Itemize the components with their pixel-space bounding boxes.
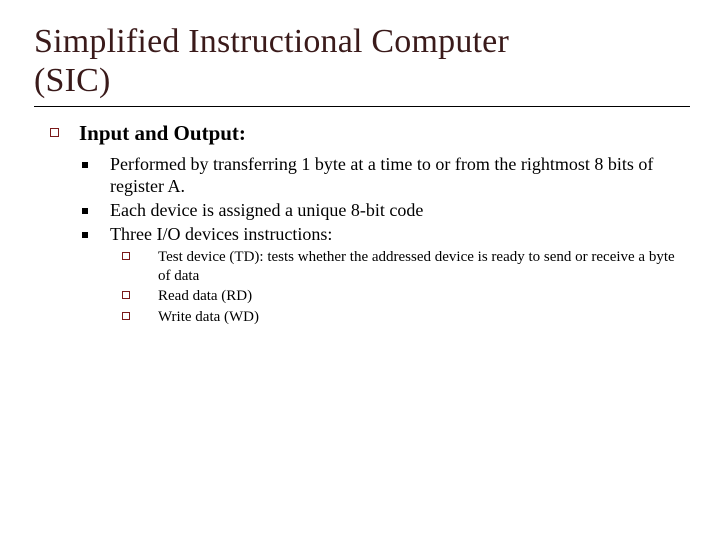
section-heading: Input and Output: <box>79 121 246 146</box>
sub-list-item-text: Write data (WD) <box>158 308 259 327</box>
hollow-square-bullet-icon <box>50 128 59 137</box>
list-item-text: Three I/O devices instructions: <box>110 224 332 246</box>
filled-square-bullet-icon <box>82 162 88 168</box>
slide-title: Simplified Instructional Computer (SIC) <box>34 22 690 100</box>
sub-list-item: Write data (WD) <box>122 308 690 327</box>
filled-square-bullet-icon <box>82 232 88 238</box>
sub-list-item-text: Test device (TD): tests whether the addr… <box>158 248 690 286</box>
list-item-text: Each device is assigned a unique 8-bit c… <box>110 200 423 222</box>
hollow-square-bullet-icon <box>122 291 130 299</box>
sub-list-item: Test device (TD): tests whether the addr… <box>122 248 690 286</box>
list-item-text: Performed by transferring 1 byte at a ti… <box>110 154 690 198</box>
filled-square-bullet-icon <box>82 208 88 214</box>
sub-list-item: Read data (RD) <box>122 287 690 306</box>
list-item: Each device is assigned a unique 8-bit c… <box>82 200 690 222</box>
sub-list-item-text: Read data (RD) <box>158 287 252 306</box>
section-heading-row: Input and Output: <box>50 121 690 146</box>
content-area: Input and Output: Performed by transferr… <box>50 121 690 327</box>
title-line-1: Simplified Instructional Computer <box>34 23 509 60</box>
hollow-square-bullet-icon <box>122 312 130 320</box>
slide: Simplified Instructional Computer (SIC) … <box>0 0 720 327</box>
hollow-square-bullet-icon <box>122 252 130 260</box>
title-line-2: (SIC) <box>34 62 111 99</box>
list-item: Performed by transferring 1 byte at a ti… <box>82 154 690 198</box>
title-underline <box>34 106 690 107</box>
list-item: Three I/O devices instructions: <box>82 224 690 246</box>
